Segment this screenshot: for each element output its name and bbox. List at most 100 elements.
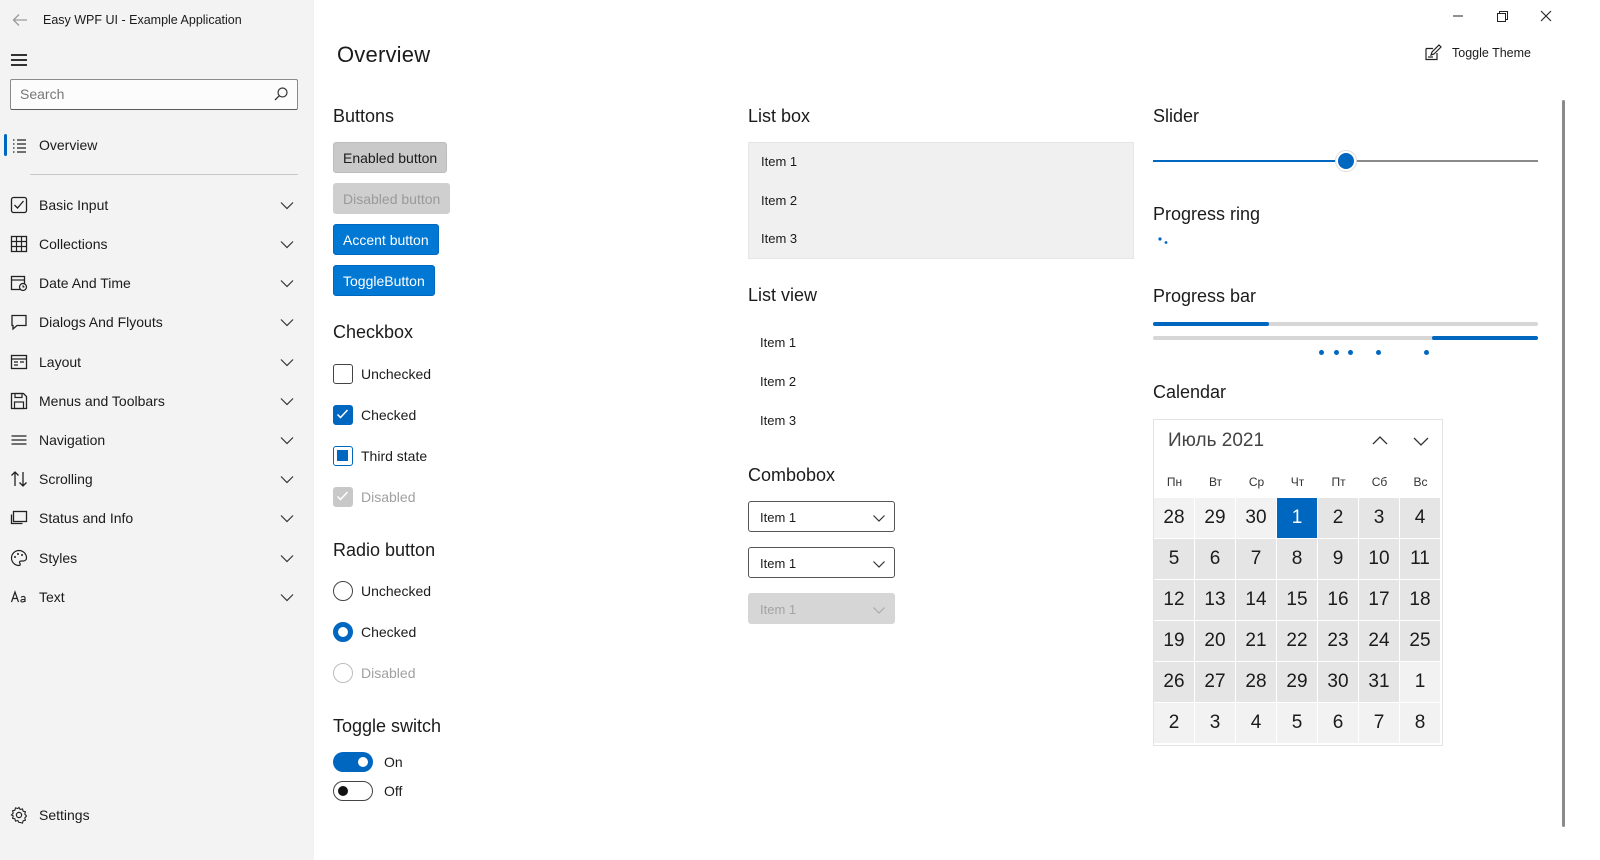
hamburger-menu-icon[interactable] [11,54,27,66]
chevron-down-icon[interactable] [280,433,294,447]
chevron-down-icon[interactable] [280,276,294,290]
enabled-button[interactable]: Enabled button [333,142,448,173]
calendar-day[interactable]: 14 [1236,580,1276,620]
switch-track[interactable] [333,752,373,772]
sidebar-item-text[interactable]: Text [0,579,314,615]
calendar-day[interactable]: 5 [1154,539,1194,579]
sidebar-item-basic-input[interactable]: Basic Input [0,187,314,223]
calendar-day[interactable]: 8 [1277,539,1317,579]
toggle-theme-button[interactable]: Toggle Theme [1424,44,1531,62]
list-item[interactable]: Item 1 [761,154,797,169]
calendar-day[interactable]: 3 [1359,498,1399,538]
chevron-down-icon[interactable] [1412,432,1430,450]
calendar-day[interactable]: 4 [1400,498,1440,538]
scrollbar[interactable] [1562,100,1565,827]
search-box[interactable] [10,79,298,110]
checkbox-checked[interactable]: Checked [333,405,416,425]
chevron-down-icon[interactable] [280,237,294,251]
calendar-day[interactable]: 2 [1154,703,1194,743]
sidebar-item-styles[interactable]: Styles [0,540,314,576]
calendar-day[interactable]: 29 [1195,498,1235,538]
combobox-1[interactable]: Item 1 [748,501,895,532]
calendar-day[interactable]: 27 [1195,662,1235,702]
chevron-down-icon[interactable] [280,315,294,329]
listbox[interactable]: Item 1 Item 2 Item 3 [748,142,1134,259]
radio-circle[interactable] [333,581,353,601]
calendar-day[interactable]: 20 [1195,621,1235,661]
calendar-day[interactable]: 2 [1318,498,1358,538]
calendar-day[interactable]: 11 [1400,539,1440,579]
calendar-day[interactable]: 18 [1400,580,1440,620]
checkmark-icon[interactable] [333,405,353,425]
calendar-day[interactable]: 3 [1195,703,1235,743]
calendar-day[interactable]: 16 [1318,580,1358,620]
switch-track[interactable] [333,781,373,801]
sidebar-item-settings[interactable]: Settings [0,797,314,833]
sidebar-item-overview[interactable]: Overview [0,127,314,163]
toggle-button[interactable]: ToggleButton [333,265,435,296]
calendar-day[interactable]: 5 [1277,703,1317,743]
calendar-day[interactable]: 4 [1236,703,1276,743]
calendar-day[interactable]: 7 [1359,703,1399,743]
calendar-day[interactable]: 30 [1318,662,1358,702]
list-item[interactable]: Item 2 [761,193,797,208]
calendar-day[interactable]: 19 [1154,621,1194,661]
list-item[interactable]: Item 1 [760,335,796,350]
chevron-down-icon[interactable] [280,511,294,525]
chevron-up-icon[interactable] [1371,432,1389,450]
chevron-down-icon[interactable] [280,355,294,369]
toggle-switch-off[interactable]: Off [333,781,402,801]
checkbox-box[interactable] [333,364,353,384]
calendar-day[interactable]: 9 [1318,539,1358,579]
slider[interactable] [1153,150,1538,172]
accent-button[interactable]: Accent button [333,224,439,255]
chevron-down-icon[interactable] [280,472,294,486]
calendar[interactable]: Июль 2021 Пн Вт Ср Чт Пт Сб Вс 28 29 30 1 2 3 4 5 6 7 8 9 1… [1153,419,1443,746]
calendar-month-label[interactable]: Июль 2021 [1168,430,1264,452]
radio-checked[interactable]: Checked [333,622,416,642]
calendar-day[interactable]: 29 [1277,662,1317,702]
close-icon[interactable] [1536,6,1556,26]
sidebar-item-status-and-info[interactable]: Status and Info [0,500,314,536]
sidebar-item-scrolling[interactable]: Scrolling [0,461,314,497]
minimize-icon[interactable] [1448,6,1468,26]
search-input[interactable] [20,80,260,108]
checkbox-third-state[interactable]: Third state [333,446,427,466]
radio-circle[interactable] [333,622,353,642]
sidebar-item-date-and-time[interactable]: Date And Time [0,265,314,301]
chevron-down-icon[interactable] [280,198,294,212]
combobox-2[interactable]: Item 1 [748,547,895,578]
calendar-day[interactable]: 30 [1236,498,1276,538]
checkbox-box[interactable] [333,446,353,466]
back-arrow-icon[interactable] [10,10,30,30]
calendar-day[interactable]: 23 [1318,621,1358,661]
calendar-day[interactable]: 6 [1318,703,1358,743]
list-item[interactable]: Item 3 [760,413,796,428]
calendar-day[interactable]: 1 [1277,498,1317,538]
calendar-day[interactable]: 24 [1359,621,1399,661]
sidebar-item-collections[interactable]: Collections [0,226,314,262]
chevron-down-icon[interactable] [872,511,886,525]
calendar-day[interactable]: 31 [1359,662,1399,702]
slider-thumb[interactable] [1334,150,1357,172]
list-item[interactable]: Item 3 [761,231,797,246]
calendar-day[interactable]: 28 [1154,498,1194,538]
chevron-down-icon[interactable] [280,590,294,604]
search-icon[interactable] [273,86,289,102]
radio-unchecked[interactable]: Unchecked [333,581,431,601]
calendar-day[interactable]: 28 [1236,662,1276,702]
sidebar-item-layout[interactable]: Layout [0,344,314,380]
calendar-day[interactable]: 22 [1277,621,1317,661]
chevron-down-icon[interactable] [280,551,294,565]
restore-icon[interactable] [1492,6,1512,26]
chevron-down-icon[interactable] [280,394,294,408]
sidebar-item-menus-and-toolbars[interactable]: Menus and Toolbars [0,383,314,419]
calendar-day[interactable]: 6 [1195,539,1235,579]
toggle-switch-on[interactable]: On [333,752,403,772]
list-item[interactable]: Item 2 [760,374,796,389]
calendar-day[interactable]: 8 [1400,703,1440,743]
calendar-day[interactable]: 10 [1359,539,1399,579]
sidebar-item-navigation[interactable]: Navigation [0,422,314,458]
calendar-day[interactable]: 17 [1359,580,1399,620]
calendar-day[interactable]: 13 [1195,580,1235,620]
